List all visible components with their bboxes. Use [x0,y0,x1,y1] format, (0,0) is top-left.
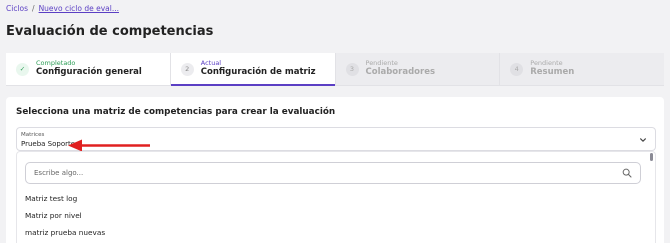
page-title: Evaluación de competencias [6,24,214,39]
step-name: Configuración general [36,66,142,77]
step-number-badge: 4 [510,62,524,76]
matrices-select-value: Prueba Soporte [21,139,76,148]
step-resumen: 4 Pendiente Resumen [499,53,664,85]
check-icon: ✓ [16,62,29,76]
chevron-down-icon[interactable] [639,136,647,144]
dropdown-search-input[interactable] [34,163,594,183]
search-icon [622,168,632,178]
breadcrumb-separator: / [32,4,35,13]
dropdown-option-matriz-por-nivel[interactable]: Matriz por nivel [25,211,82,220]
stepper: ✓ Completado Configuración general 2 Act… [6,53,664,86]
dropdown-option-matriz-prueba-nuevas[interactable]: matriz prueba nuevas [25,228,105,237]
breadcrumb: Ciclos / Nuevo ciclo de eval... [6,4,119,13]
dropdown-scrollbar[interactable] [650,153,653,161]
dropdown-option-matriz-test-log[interactable]: Matriz test log [25,194,77,203]
matrices-dropdown: Matriz test log Matriz por nivel matriz … [16,151,656,243]
step-configuracion-general[interactable]: ✓ Completado Configuración general [6,53,170,85]
step-number-badge: 3 [345,62,359,76]
matrices-select-label: Matrices [21,132,45,138]
matrix-section-heading: Selecciona una matriz de competencias pa… [16,107,336,117]
step-name: Resumen [530,66,575,77]
breadcrumb-link-ciclos[interactable]: Ciclos [6,4,28,13]
step-name: Configuración de matriz [200,66,316,77]
breadcrumb-link-current[interactable]: Nuevo ciclo de eval... [39,4,119,13]
step-number-badge: 2 [180,62,194,76]
dropdown-search-field[interactable] [25,162,641,184]
step-name: Colaboradores [365,66,436,77]
step-colaboradores: 3 Pendiente Colaboradores [334,53,500,85]
step-configuracion-matriz[interactable]: 2 Actual Configuración de matriz [169,53,335,86]
